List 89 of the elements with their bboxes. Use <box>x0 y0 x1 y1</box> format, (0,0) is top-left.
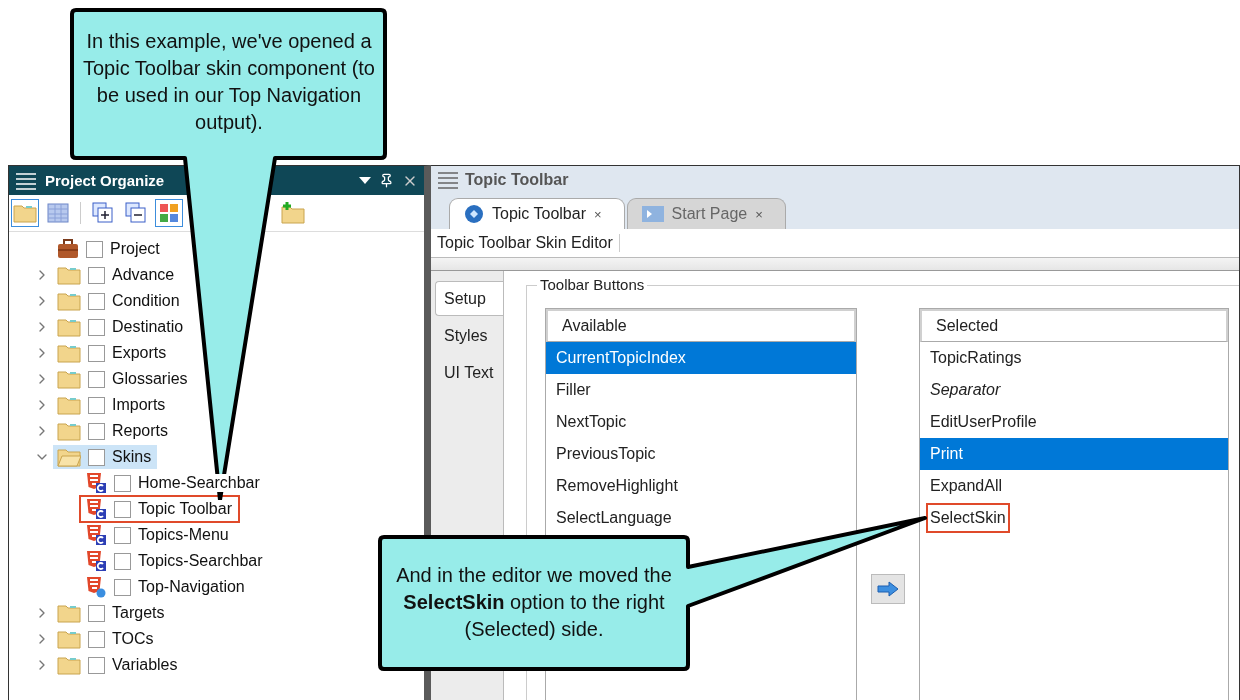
dropdown-caret-icon[interactable] <box>359 176 371 185</box>
tree-item[interactable]: Reports <box>53 419 175 443</box>
list-item[interactable]: ExpandAll <box>920 470 1228 502</box>
tree-item[interactable]: Exports <box>53 341 173 365</box>
list-item[interactable]: SelectLanguage <box>546 502 856 534</box>
folder-tool-button[interactable] <box>11 199 39 227</box>
checkbox[interactable] <box>86 240 103 258</box>
editor-label: Topic Toolbar Skin Editor <box>437 234 620 252</box>
checkbox[interactable] <box>88 344 105 362</box>
list-item[interactable]: TopicRatings <box>920 342 1228 374</box>
list-header: Selected <box>920 309 1228 342</box>
folder-icon <box>57 317 81 337</box>
tab-close-button[interactable]: × <box>594 206 602 222</box>
tree-item[interactable]: Variables <box>53 653 184 677</box>
list-item[interactable]: Print <box>920 438 1228 470</box>
side-tab[interactable]: Setup <box>435 281 503 316</box>
folder-icon <box>57 395 81 415</box>
start-page-icon <box>641 206 664 222</box>
tree-item[interactable]: Targets <box>53 601 171 625</box>
skin-file-icon <box>85 550 107 572</box>
list-item[interactable]: SelectSkin <box>920 502 1228 534</box>
new-folder-tool-button[interactable] <box>279 199 307 227</box>
group-title: Toolbar Buttons <box>537 276 648 293</box>
list-item[interactable]: Separator <box>920 374 1228 406</box>
folder-icon <box>57 421 81 441</box>
checkbox[interactable] <box>88 656 105 674</box>
checkbox[interactable] <box>114 474 131 492</box>
menu-icon[interactable] <box>437 171 459 189</box>
tree-item[interactable]: Advance <box>53 263 181 287</box>
tab-close-button[interactable]: × <box>755 206 763 222</box>
checkbox[interactable] <box>114 578 131 596</box>
tree-item[interactable]: Top-Navigation <box>81 575 251 599</box>
checkbox[interactable] <box>114 500 131 518</box>
checkbox[interactable] <box>88 448 105 466</box>
tab-label: Start Page <box>671 205 748 223</box>
tree-item[interactable]: TOCs <box>53 627 160 651</box>
folder-icon <box>57 629 81 649</box>
move-right-button[interactable] <box>871 574 905 604</box>
tree-item[interactable]: Topics-Searchbar <box>81 549 269 573</box>
checkbox[interactable] <box>114 526 131 544</box>
tree-item[interactable]: Project <box>53 237 166 261</box>
document-tab[interactable]: Start Page × <box>626 198 786 229</box>
folder-icon <box>57 603 81 623</box>
folder-icon <box>13 203 37 223</box>
folder-icon <box>57 265 81 285</box>
right-arrow-icon <box>877 581 899 597</box>
skin-file-icon <box>85 498 107 520</box>
checkbox[interactable] <box>88 292 105 310</box>
checkbox[interactable] <box>88 422 105 440</box>
folder-icon <box>57 447 81 467</box>
folder-icon <box>57 343 81 363</box>
skin-file-icon <box>85 524 107 546</box>
checkbox[interactable] <box>88 396 105 414</box>
tree-item[interactable]: Skins <box>53 445 158 469</box>
checkbox[interactable] <box>88 630 105 648</box>
tree-item[interactable]: Glossaries <box>53 367 194 391</box>
skin-globe-icon <box>464 204 484 224</box>
folder-icon <box>57 291 81 311</box>
checkbox[interactable] <box>114 552 131 570</box>
tree-item[interactable]: Destinatio <box>53 315 190 339</box>
briefcase-icon <box>57 239 79 259</box>
tree-item[interactable]: Condition <box>53 289 186 313</box>
tree-item[interactable]: Topic Toolbar <box>81 497 238 521</box>
checkbox[interactable] <box>88 318 105 336</box>
checkbox[interactable] <box>88 604 105 622</box>
color-grid-tool-button[interactable] <box>155 199 183 227</box>
skin-file-icon <box>85 472 107 494</box>
checkbox[interactable] <box>88 266 105 284</box>
side-tab[interactable]: Styles <box>435 318 503 353</box>
list-item[interactable]: RemoveHighlight <box>546 470 856 502</box>
callout-text: In this example, we've opened a Topic Toolbar skin component (to be used in our Top Navigation output). <box>82 29 376 135</box>
panel-title: Topic Toolbar <box>465 171 569 189</box>
list-item[interactable]: Filler <box>546 374 856 406</box>
checkbox[interactable] <box>88 370 105 388</box>
skin-file-icon <box>85 576 107 598</box>
tab-label: Topic Toolbar <box>492 205 586 223</box>
tree-item[interactable]: Imports <box>53 393 172 417</box>
document-tab[interactable]: Topic Toolbar × <box>449 198 625 229</box>
list-item[interactable]: PreviousTopic <box>546 438 856 470</box>
list-item[interactable]: EditUserProfile <box>920 406 1228 438</box>
tree-item[interactable]: Topics-Menu <box>81 523 235 547</box>
list-item[interactable]: NextTopic <box>546 406 856 438</box>
side-tab[interactable]: UI Text <box>435 355 503 390</box>
callout-text: And in the editor we moved the SelectSkin option to the right (Selected) side. <box>395 563 673 642</box>
pin-icon[interactable] <box>379 173 394 188</box>
list-item[interactable]: CurrentTopicIndex <box>546 342 856 374</box>
tree-item[interactable]: Home-Searchbar <box>81 471 266 495</box>
folder-icon <box>57 655 81 675</box>
folder-icon <box>57 369 81 389</box>
